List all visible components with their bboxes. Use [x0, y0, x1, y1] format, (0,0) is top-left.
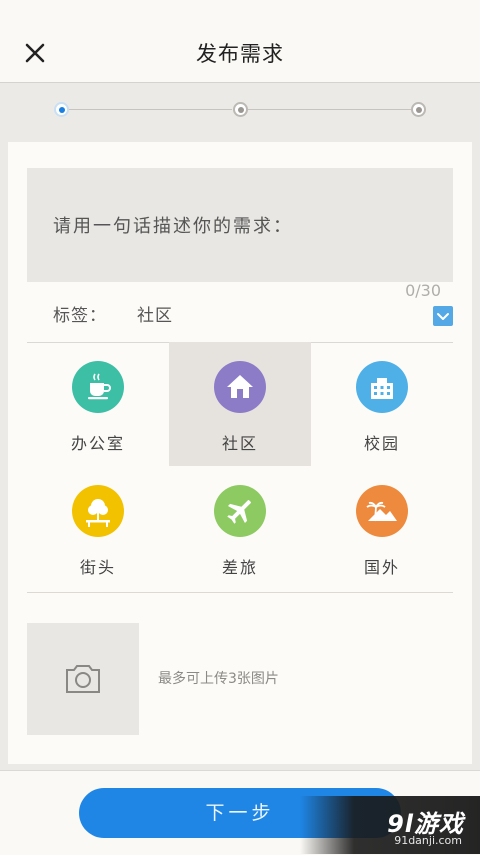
tree-bench-icon — [72, 485, 124, 537]
app-header: 发布需求 — [0, 0, 480, 83]
category-label: 办公室 — [70, 434, 125, 453]
school-building-icon — [356, 361, 408, 413]
category-label: 社区 — [221, 434, 258, 453]
category-campus[interactable]: 校园 — [311, 342, 453, 466]
category-street[interactable]: 街头 — [27, 466, 169, 590]
description-placeholder: 请用一句话描述你的需求： — [53, 216, 293, 237]
site-watermark: 9l游戏 91danji.com — [300, 796, 480, 854]
category-grid: 办公室 社区 校园 街头 差旅 国外 — [27, 342, 453, 593]
airplane-icon — [214, 485, 266, 537]
step-connector — [69, 109, 232, 110]
photo-upload-hint: 最多可上传3张图片 — [158, 671, 279, 687]
category-label: 差旅 — [221, 558, 258, 577]
coffee-cup-icon — [72, 361, 124, 413]
add-photo-button[interactable] — [27, 623, 139, 735]
step-2-dot — [233, 102, 248, 117]
tag-selector[interactable]: 标签： 社区 — [27, 302, 453, 343]
tag-label: 标签： — [53, 306, 107, 326]
step-3-dot — [411, 102, 426, 117]
category-label: 校园 — [363, 434, 400, 453]
category-office[interactable]: 办公室 — [27, 342, 169, 466]
category-community[interactable]: 社区 — [169, 342, 311, 466]
chevron-down-icon[interactable] — [433, 306, 453, 326]
category-abroad[interactable]: 国外 — [311, 466, 453, 590]
char-counter: 0/30 — [405, 281, 441, 300]
category-label: 国外 — [363, 558, 400, 577]
progress-stepper — [0, 83, 480, 139]
tag-value: 社区 — [137, 306, 173, 326]
watermark-site: 91danji.com — [394, 834, 462, 847]
description-input[interactable]: 请用一句话描述你的需求： 0/30 — [27, 168, 453, 300]
palm-mountain-icon — [356, 485, 408, 537]
form-card: 请用一句话描述你的需求： 0/30 标签： 社区 办公室 社区 校园 街头 差旅… — [8, 142, 472, 764]
category-label: 街头 — [79, 558, 116, 577]
step-connector — [248, 109, 411, 110]
step-1-dot — [54, 102, 69, 117]
page-title: 发布需求 — [196, 42, 284, 66]
house-icon — [214, 361, 266, 413]
category-travel[interactable]: 差旅 — [169, 466, 311, 590]
